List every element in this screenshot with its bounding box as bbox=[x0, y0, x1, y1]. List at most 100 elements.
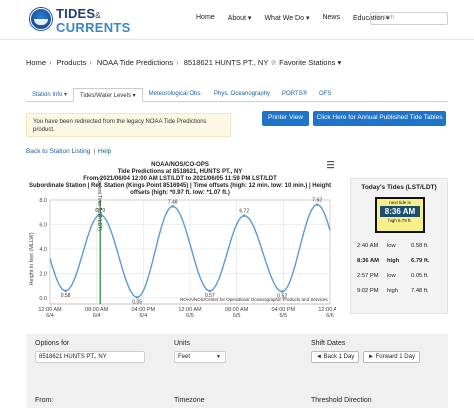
threshold-direction-label: Threshold Direction bbox=[311, 397, 372, 404]
timezone-label: Timezone bbox=[174, 397, 205, 404]
shift-dates-label: Shift Dates bbox=[311, 340, 346, 347]
breadcrumb-home[interactable]: Home bbox=[26, 58, 46, 67]
station-field[interactable]: 8518621 HUNTS PT., NY bbox=[35, 351, 145, 363]
brand-tides: TIDES bbox=[56, 6, 96, 21]
breadcrumb: Home › Products › NOAA Tide Predictions › 8… bbox=[26, 58, 341, 67]
extremum-label: 7.62 bbox=[312, 198, 322, 204]
y-tick-label: 6.0 bbox=[39, 222, 47, 228]
extremum-point bbox=[64, 289, 67, 293]
from-label: From: bbox=[35, 397, 54, 404]
x-tick-date: 6/5 bbox=[280, 313, 288, 319]
brand-amp: & bbox=[95, 11, 101, 20]
tide-time: 2:57 PM bbox=[357, 273, 379, 279]
tide-time: 2:40 AM bbox=[357, 243, 379, 249]
extremum-label: 0.58 bbox=[61, 293, 71, 299]
extremum-point bbox=[135, 295, 139, 299]
tide-type: low bbox=[387, 273, 396, 279]
x-tick-date: 6/4 bbox=[46, 313, 54, 319]
annual-tide-tables-button[interactable]: Click Here for Annual Published Tide Tab… bbox=[313, 111, 446, 126]
breadcrumb-station: 8518621 HUNTS PT., NY bbox=[183, 58, 269, 67]
chart-title-line: NOAA/NOS/CO-OPS bbox=[151, 162, 209, 168]
current-time-label: Current Time (LST/LDT) bbox=[96, 177, 102, 231]
back-to-station-listing-link[interactable]: Back to Station Listing bbox=[26, 148, 90, 155]
tide-type: low bbox=[387, 243, 396, 249]
forward-one-day-button[interactable]: ► Forward 1 Day bbox=[363, 351, 420, 363]
tide-row: 9:02 PM high 7.48 ft. bbox=[357, 288, 443, 294]
nav-news[interactable]: News bbox=[322, 14, 340, 22]
station-links: Back to Station Listing | Help bbox=[26, 148, 111, 155]
link-separator: | bbox=[93, 148, 96, 155]
units-select[interactable]: Feet ▼ bbox=[174, 351, 226, 363]
chart-title-line: offsets (high: *0.97 ft. low: *1.07 ft.) bbox=[130, 190, 230, 196]
clock-tide: high 6.79 ft. bbox=[388, 218, 412, 223]
y-tick-label: 2.0 bbox=[39, 271, 47, 277]
extremum-label: 6.72 bbox=[239, 209, 249, 215]
tide-type: high bbox=[387, 258, 400, 264]
tide-row: 8:36 AM high 6.79 ft. bbox=[357, 258, 443, 264]
star-icon[interactable]: ☆ bbox=[270, 58, 277, 67]
y-axis-label: Height in feet (MLLW) bbox=[29, 232, 35, 285]
extremum-point bbox=[208, 289, 212, 293]
chart-title-line: Tide Predictions at 8518621, HUNTS PT., … bbox=[118, 169, 243, 175]
options-for-label: Options for bbox=[35, 340, 70, 347]
printer-view-button[interactable]: Printer View bbox=[262, 111, 309, 126]
units-label: Units bbox=[174, 340, 190, 347]
nav-home[interactable]: Home bbox=[196, 14, 215, 22]
tab-ofs[interactable]: OFS bbox=[313, 88, 337, 102]
noaa-logo-icon[interactable] bbox=[30, 8, 52, 30]
help-link[interactable]: Help bbox=[98, 148, 111, 155]
tide-type: high bbox=[387, 288, 398, 294]
tide-height: 6.79 ft. bbox=[411, 258, 430, 264]
chart-credit: NOAA/NOS/Center for Operational Oceanogr… bbox=[180, 297, 328, 302]
extremum-label: 7.48 bbox=[168, 199, 178, 205]
chevron-right-icon: › bbox=[49, 58, 52, 67]
tide-height: 0.58 ft. bbox=[411, 243, 429, 249]
options-panel: Options for 8518621 HUNTS PT., NY From: … bbox=[26, 334, 448, 408]
x-tick-date: 6/5 bbox=[233, 313, 241, 319]
station-tabs: Station Info ▾ Tides/Water Levels ▾ Mete… bbox=[26, 88, 448, 102]
chevron-right-icon: › bbox=[176, 58, 179, 67]
tab-station-info[interactable]: Station Info ▾ bbox=[26, 88, 73, 102]
tab-tides-water-levels[interactable]: Tides/Water Levels ▾ bbox=[73, 88, 143, 102]
search-input[interactable]: Search bbox=[370, 12, 448, 25]
units-value: Feet bbox=[178, 354, 191, 360]
favorite-stations-dropdown[interactable]: Favorite Stations ▾ bbox=[279, 58, 341, 67]
x-tick-date: 6/6 bbox=[326, 313, 334, 319]
y-tick-label: 4.0 bbox=[39, 247, 47, 253]
site-header: TIDES& CURRENTS Home About ▾ What We Do … bbox=[0, 0, 474, 40]
extremum-point bbox=[242, 214, 246, 217]
nav-what-we-do[interactable]: What We Do ▾ bbox=[264, 14, 309, 22]
brand-logo[interactable]: TIDES& CURRENTS bbox=[56, 6, 131, 35]
todays-tides-panel: Today's Tides (LST/LDT) next tide is 8:3… bbox=[350, 178, 448, 314]
x-tick-date: 6/4 bbox=[93, 313, 101, 319]
tide-row: 2:57 PM low 0.05 ft. bbox=[357, 273, 443, 279]
nav-about[interactable]: About ▾ bbox=[228, 14, 252, 22]
chevron-down-icon: ▼ bbox=[216, 354, 221, 360]
x-tick-date: 6/5 bbox=[186, 313, 194, 319]
brand-currents: CURRENTS bbox=[56, 20, 131, 35]
breadcrumb-products[interactable]: Products bbox=[57, 58, 87, 67]
y-tick-label: 8.0 bbox=[39, 198, 47, 204]
tide-prediction-chart: NOAA/NOS/CO-OPS Tide Predictions at 8518… bbox=[29, 161, 336, 319]
breadcrumb-tide-predictions[interactable]: NOAA Tide Predictions bbox=[97, 58, 173, 67]
chevron-right-icon: › bbox=[89, 58, 92, 67]
tide-height: 7.48 ft. bbox=[411, 288, 429, 294]
extremum-point bbox=[315, 203, 319, 206]
tab-meteorological[interactable]: Meteorological Obs. bbox=[143, 88, 208, 102]
tide-height: 0.05 ft. bbox=[411, 273, 429, 279]
extremum-point bbox=[171, 205, 174, 208]
clock-time: 8:36 AM bbox=[380, 206, 420, 217]
tide-time: 9:02 PM bbox=[357, 288, 379, 294]
chart-menu-icon[interactable] bbox=[327, 161, 334, 169]
chart-title-line: From 2021/06/04 12:00 AM LST/LDT to 2021… bbox=[83, 176, 277, 182]
back-one-day-button[interactable]: ◄ Back 1 Day bbox=[311, 351, 360, 363]
tide-time: 8:36 AM bbox=[357, 258, 380, 264]
tab-ports[interactable]: PORTS® bbox=[276, 88, 313, 102]
redirect-notice: You have been redirected from the legacy… bbox=[26, 113, 231, 137]
tab-phys-oceanography[interactable]: Phys. Oceanography bbox=[208, 88, 276, 102]
todays-tides-title: Today's Tides (LST/LDT) bbox=[361, 184, 437, 191]
y-tick-label: 0.0 bbox=[39, 296, 47, 302]
tide-row: 2:40 AM low 0.58 ft. bbox=[357, 243, 443, 249]
x-tick-date: 6/4 bbox=[140, 313, 148, 319]
extremum-point bbox=[280, 290, 284, 293]
